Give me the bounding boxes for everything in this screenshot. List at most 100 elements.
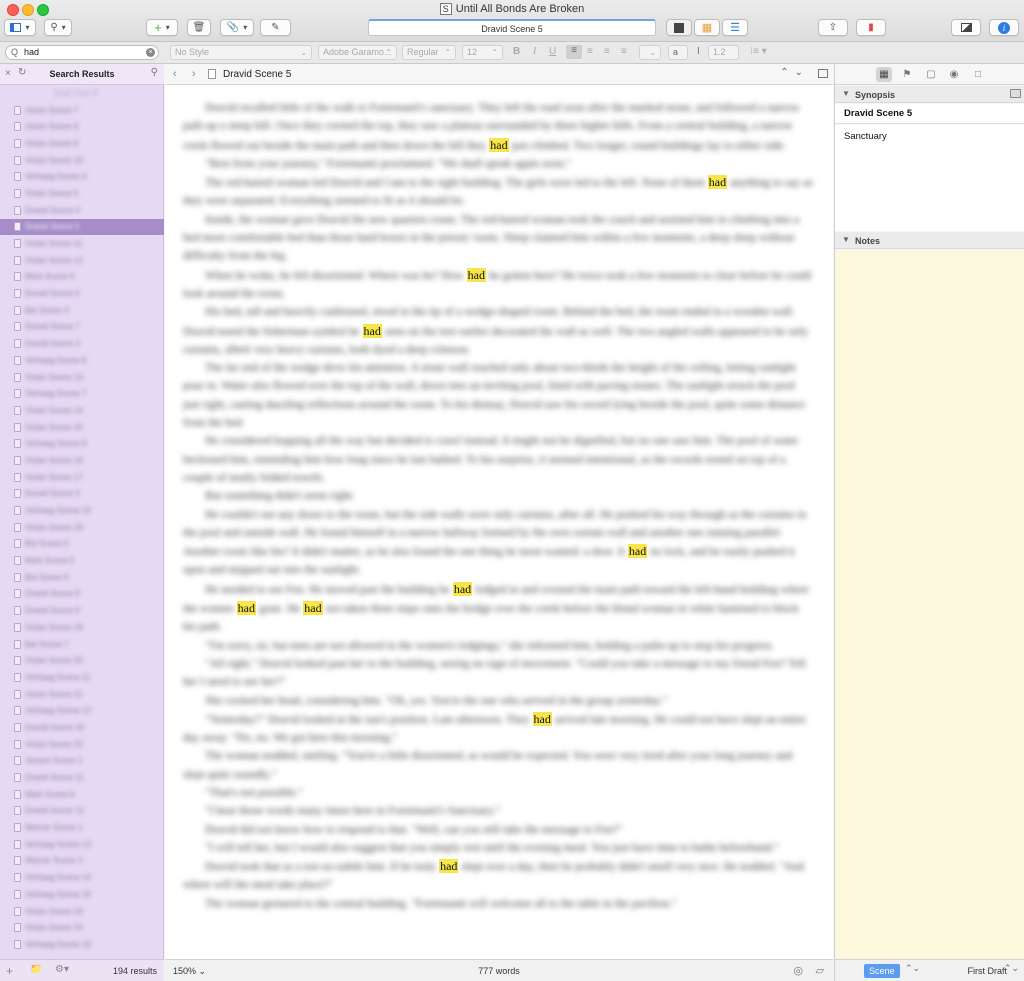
- binder-item[interactable]: Dravid Scene 9: [0, 602, 164, 619]
- add-icon[interactable]: +: [6, 964, 13, 978]
- binder-item[interactable]: Dravid Scene 3: [0, 486, 164, 503]
- binder-item[interactable]: Bet Scene 7: [0, 636, 164, 653]
- binder-item[interactable]: Verhaag Scene 10: [0, 502, 164, 519]
- binder-item[interactable]: Dravid Scene 10: [0, 719, 164, 736]
- binder-item[interactable]: Mark Scene 4: [0, 269, 164, 286]
- binder-item[interactable]: Vivian Scene 13: [0, 369, 164, 386]
- binder-item[interactable]: Bet Scene 6: [0, 569, 164, 586]
- edit-button[interactable]: ✎: [260, 19, 291, 36]
- search-input[interactable]: Q had ×: [5, 45, 159, 60]
- align-center-icon[interactable]: ≡: [587, 46, 593, 57]
- snapshots-tab-icon[interactable]: ◉: [946, 67, 962, 82]
- binder-item[interactable]: Verhaag Scene 8: [0, 352, 164, 369]
- style-select[interactable]: No Style ⌄: [170, 45, 312, 60]
- link-button[interactable]: 📎 ▾: [220, 19, 254, 36]
- binder-item[interactable]: Dravid Scene 6: [0, 285, 164, 302]
- binder-item[interactable]: Vivian Scene 11: [0, 235, 164, 252]
- binder-item[interactable]: Verhaag Scene 7: [0, 385, 164, 402]
- target-icon[interactable]: ◎: [793, 964, 803, 977]
- binder-item[interactable]: Verhaag Scene 16: [0, 936, 164, 953]
- bookmarks-tab-icon[interactable]: ⚑: [899, 67, 915, 82]
- synopsis-text[interactable]: Sanctuary: [835, 125, 1024, 231]
- label-select[interactable]: Scene: [864, 964, 900, 978]
- composition-mode-button[interactable]: [951, 19, 981, 36]
- binder-item[interactable]: Verhaag Scene 13: [0, 836, 164, 853]
- binder-item[interactable]: Vivian Scene 22: [0, 736, 164, 753]
- binder-item[interactable]: Dravid Scene 11: [0, 769, 164, 786]
- align-right-icon[interactable]: ≡: [604, 46, 610, 57]
- synopsis-title[interactable]: Dravid Scene 5: [835, 104, 1024, 124]
- gear-icon[interactable]: ⚙▾: [55, 964, 69, 975]
- binder-item[interactable]: Verhaag Scene 9: [0, 435, 164, 452]
- document-title-field[interactable]: Dravid Scene 5: [368, 19, 656, 36]
- binder-item[interactable]: Verhaag Scene 4: [0, 168, 164, 185]
- binder-item[interactable]: Verhaag Scene 12: [0, 702, 164, 719]
- italic-button[interactable]: I: [533, 46, 536, 57]
- binder-item[interactable]: Vivian Scene 14: [0, 402, 164, 419]
- justify-icon[interactable]: ≡: [621, 46, 627, 57]
- corkboard-view-button[interactable]: ▦: [694, 19, 720, 36]
- line-spacing-select[interactable]: 1.2: [708, 45, 739, 60]
- metadata-tab-icon[interactable]: ▢: [923, 67, 939, 82]
- bold-button[interactable]: B: [513, 46, 520, 57]
- align-left-icon[interactable]: ≡: [566, 45, 582, 59]
- status-select[interactable]: First Draft: [968, 966, 1008, 976]
- stepper-icon[interactable]: ⌃⌄: [905, 963, 920, 974]
- outliner-view-button[interactable]: ☰: [722, 19, 748, 36]
- document-text[interactable]: Dravid recalled little of the walk to Fo…: [165, 85, 833, 959]
- text-color-select[interactable]: a: [668, 45, 688, 60]
- binder-item[interactable]: Vivian Scene 24: [0, 919, 164, 936]
- binder-item[interactable]: Dravid Scene 2: [0, 335, 164, 352]
- binder-item[interactable]: Vivian Scene 23: [0, 903, 164, 920]
- notes-textarea[interactable]: [835, 250, 1024, 959]
- underline-button[interactable]: U: [549, 46, 556, 57]
- quick-search-button[interactable]: ⚲ ▾: [44, 19, 72, 36]
- share-button[interactable]: ⇧: [818, 19, 848, 36]
- notes-tab-icon[interactable]: ▦: [876, 67, 892, 82]
- font-size-select[interactable]: 12 ⌃: [462, 45, 503, 60]
- binder-item[interactable]: Vivian Scene 10: [0, 152, 164, 169]
- binder-item[interactable]: Vivian Scene 21: [0, 686, 164, 703]
- split-editor-icon[interactable]: [818, 69, 828, 78]
- note-icon[interactable]: ▱: [816, 964, 824, 977]
- font-family-select[interactable]: Adobe Garamo... ⌃: [318, 45, 397, 60]
- delete-button[interactable]: 🗑: [187, 19, 211, 36]
- back-icon[interactable]: ‹: [173, 68, 177, 80]
- binder-item[interactable]: Vivian Scene 17: [0, 469, 164, 486]
- binder-item[interactable]: Vivian Scene 18: [0, 519, 164, 536]
- highlight-color-select[interactable]: ⌄: [639, 45, 661, 60]
- bookmark-button[interactable]: ▮: [856, 19, 886, 36]
- binder-item[interactable]: Warner Scene 1: [0, 819, 164, 836]
- add-document-button[interactable]: + ▾: [146, 19, 178, 36]
- forward-icon[interactable]: ›: [192, 68, 196, 80]
- notes-header[interactable]: ▼ Notes: [835, 232, 1024, 249]
- binder-item[interactable]: Dravid Scene 5: [0, 218, 164, 236]
- binder-item[interactable]: Warner Scene 2: [0, 853, 164, 870]
- stepper-icon[interactable]: ⌃⌄: [1004, 963, 1019, 974]
- binder-item[interactable]: Vivian Scene 7: [0, 102, 164, 119]
- binder-item[interactable]: Mark Scene 6: [0, 786, 164, 803]
- binder-item[interactable]: Bet Scene 5: [0, 536, 164, 553]
- binder-item[interactable]: Bet Scene 4: [0, 302, 164, 319]
- binder-item[interactable]: Vivian Scene 15: [0, 419, 164, 436]
- binder-item[interactable]: Dravid Scene 4: [0, 202, 164, 219]
- clear-search-icon[interactable]: ×: [146, 48, 155, 57]
- binder-item[interactable]: Vivian Scene 5: [0, 185, 164, 202]
- list-icon[interactable]: ⁝≡ ▾: [750, 46, 767, 57]
- binder-item[interactable]: Verhaag Scene 11: [0, 669, 164, 686]
- font-weight-select[interactable]: Regular ⌃: [402, 45, 456, 60]
- synopsis-header[interactable]: ▼ Synopsis: [835, 86, 1024, 103]
- binder-item[interactable]: Vivian Scene 9: [0, 135, 164, 152]
- search-options-icon[interactable]: ⚲: [151, 67, 158, 78]
- inspector-button[interactable]: i: [989, 19, 1019, 36]
- view-mode-button[interactable]: ▾: [4, 19, 36, 36]
- binder-item[interactable]: Dravid Scene 7: [0, 319, 164, 336]
- binder-item[interactable]: Jensen Scene 1: [0, 753, 164, 770]
- comments-tab-icon[interactable]: □: [970, 67, 986, 82]
- binder-item[interactable]: Dravid Scene 12: [0, 803, 164, 820]
- binder-item[interactable]: Vivian Scene 16: [0, 452, 164, 469]
- prev-next-icon[interactable]: ⌃⌄: [780, 67, 809, 78]
- binder-item[interactable]: Vivian Scene 8: [0, 118, 164, 135]
- binder-item[interactable]: Dravid Scene 8: [0, 586, 164, 603]
- folder-icon[interactable]: 📁: [30, 964, 42, 975]
